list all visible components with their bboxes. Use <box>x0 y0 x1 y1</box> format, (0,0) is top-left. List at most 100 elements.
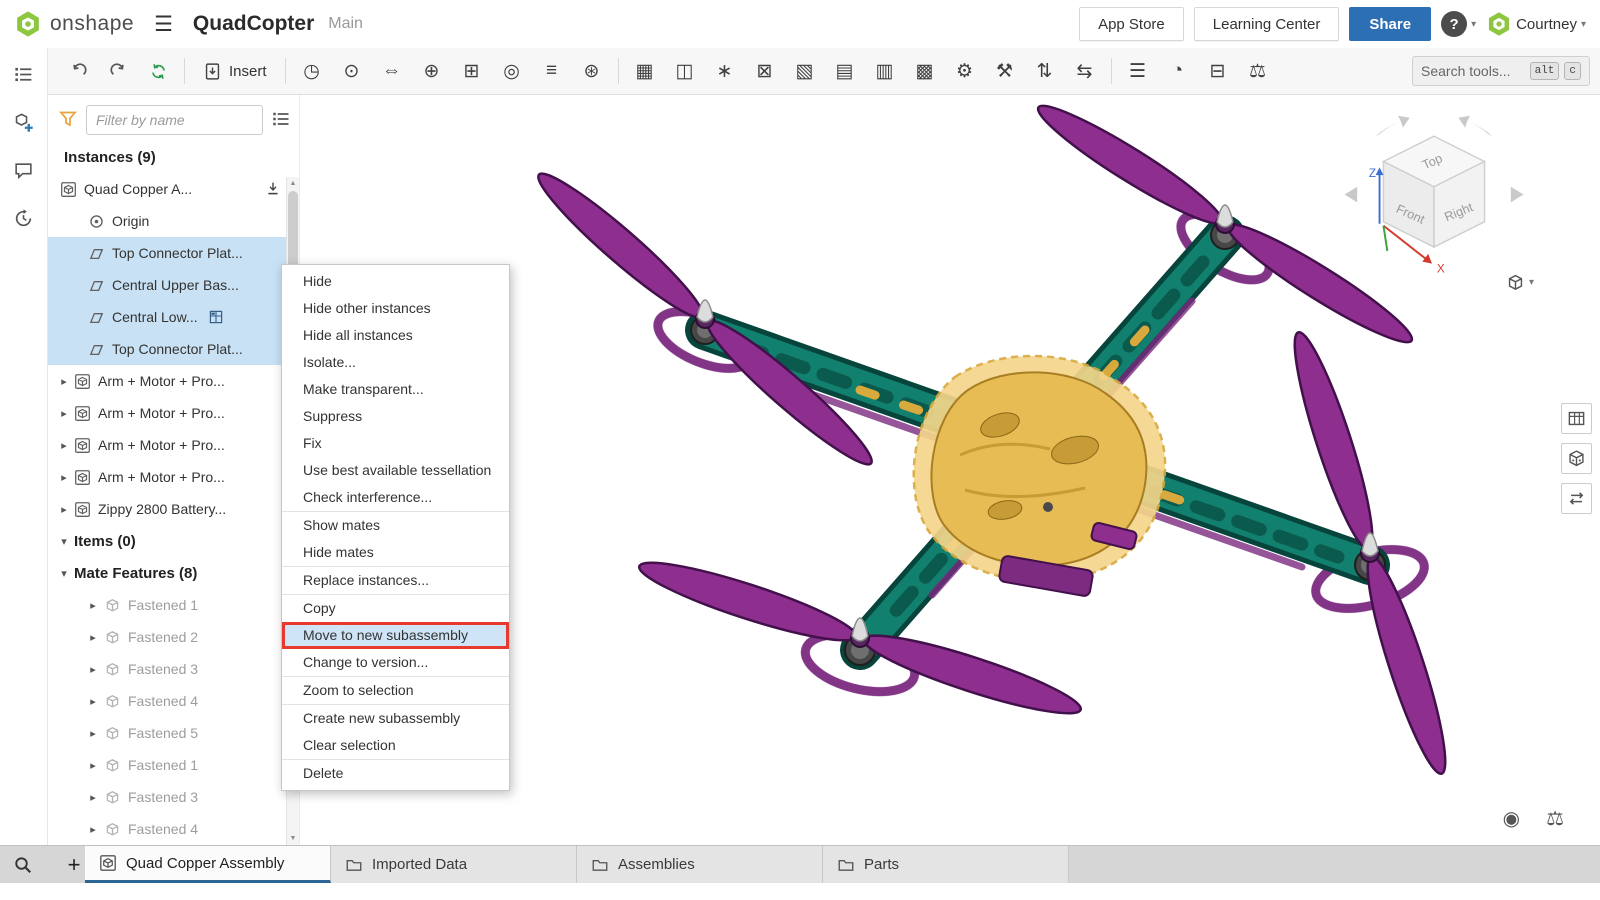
tab-imported-data[interactable]: Imported Data <box>331 846 577 883</box>
menu-item-hide[interactable]: Hide <box>282 268 509 295</box>
tree-item-arm-motor-pro[interactable]: ▸Arm + Motor + Pro... <box>48 461 299 493</box>
chevron-down-icon[interactable]: ▾ <box>54 535 74 548</box>
main-menu-icon[interactable]: ☰ <box>154 12 173 37</box>
group-icon[interactable]: ⊞ <box>452 52 492 90</box>
snapshot-icon[interactable]: ⊠ <box>745 52 785 90</box>
chevron-right-icon[interactable]: ▸ <box>82 759 104 772</box>
display-options-button[interactable] <box>1561 443 1592 474</box>
app-store-button[interactable]: App Store <box>1079 7 1184 41</box>
tree-item-fastened-4[interactable]: ▸Fastened 4 <box>48 813 299 845</box>
insert-arrow-icon[interactable] <box>265 181 281 197</box>
tree-item-fastened-2[interactable]: ▸Fastened 2 <box>48 621 299 653</box>
tree-item-fastened-3[interactable]: ▸Fastened 3 <box>48 781 299 813</box>
configurations-icon[interactable]: ⚙ <box>945 52 985 90</box>
tree-item-top-connector-plat[interactable]: Top Connector Plat... <box>48 237 299 269</box>
new-tab-button[interactable]: + <box>45 846 85 883</box>
performance-icon[interactable]: ◉ <box>1503 806 1520 831</box>
comments-panel-button[interactable] <box>8 154 40 186</box>
undo-button[interactable] <box>58 52 98 90</box>
tree-item-central-low[interactable]: Central Low... <box>48 301 299 333</box>
tree-item-zippy-2800-battery[interactable]: ▸Zippy 2800 Battery... <box>48 493 299 525</box>
search-tabs-button[interactable] <box>0 846 45 883</box>
insert-button[interactable]: Insert <box>191 52 279 90</box>
chevron-right-icon[interactable]: ▸ <box>48 439 74 452</box>
tab-parts[interactable]: Parts <box>823 846 1069 883</box>
menu-item-suppress[interactable]: Suppress <box>282 403 509 430</box>
replace-instance-button[interactable] <box>1561 483 1592 514</box>
tree-item-fastened-1[interactable]: ▸Fastened 1 <box>48 749 299 781</box>
tree-item-fastened-5[interactable]: ▸Fastened 5 <box>48 717 299 749</box>
linear-pattern-icon[interactable]: ≡ <box>532 52 572 90</box>
workspace-name[interactable]: Main <box>328 15 363 33</box>
bom-table-button[interactable] <box>1561 403 1592 434</box>
structure-icon[interactable]: ☰ <box>1118 52 1158 90</box>
menu-item-create-new-subassembly[interactable]: Create new subassembly <box>282 705 509 732</box>
configured-icon[interactable] <box>208 309 224 325</box>
tab-assemblies[interactable]: Assemblies <box>577 846 823 883</box>
tree-item-fastened-4[interactable]: ▸Fastened 4 <box>48 685 299 717</box>
chevron-right-icon[interactable]: ▸ <box>48 471 74 484</box>
learning-center-button[interactable]: Learning Center <box>1194 7 1340 41</box>
chevron-right-icon[interactable]: ▸ <box>82 727 104 740</box>
named-positions-icon[interactable]: ▤ <box>825 52 865 90</box>
menu-item-isolate[interactable]: Isolate... <box>282 349 509 376</box>
chevron-right-icon[interactable]: ▸ <box>48 375 74 388</box>
help-menu[interactable]: ? ▾ <box>1441 11 1476 37</box>
circular-pattern-icon[interactable]: ⊛ <box>572 52 612 90</box>
menu-item-check-interference[interactable]: Check interference... <box>282 484 509 511</box>
scroll-down-icon[interactable]: ▼ <box>287 835 299 842</box>
update-button[interactable] <box>138 52 178 90</box>
annotations-icon[interactable]: ⊟ <box>1198 52 1238 90</box>
chevron-down-icon[interactable]: ▾ <box>54 567 74 580</box>
user-menu[interactable]: Courtney ▾ <box>1486 11 1586 37</box>
list-view-icon[interactable] <box>271 109 291 132</box>
share-button[interactable]: Share <box>1349 7 1431 41</box>
menu-item-hide-all-instances[interactable]: Hide all instances <box>282 322 509 349</box>
chevron-right-icon[interactable]: ▸ <box>82 791 104 804</box>
pattern-icon[interactable]: ▦ <box>625 52 665 90</box>
tree-item-central-upper-bas[interactable]: Central Upper Bas... <box>48 269 299 301</box>
menu-item-clear-selection[interactable]: Clear selection <box>282 732 509 759</box>
mate-connector-panel-button[interactable] <box>8 106 40 138</box>
reorder-icon[interactable]: ⇅ <box>1025 52 1065 90</box>
mate-icon[interactable]: ⇔ <box>372 52 412 90</box>
swap-instances-icon[interactable]: ⇆ <box>1065 52 1105 90</box>
fastened-mate-icon[interactable]: ⊕ <box>412 52 452 90</box>
tree-item-origin[interactable]: Origin <box>48 205 299 237</box>
history-panel-button[interactable] <box>8 202 40 234</box>
bom-icon[interactable]: ▩ <box>905 52 945 90</box>
menu-item-make-transparent[interactable]: Make transparent... <box>282 376 509 403</box>
menu-item-hide-mates[interactable]: Hide mates <box>282 539 509 566</box>
menu-item-show-mates[interactable]: Show mates <box>282 512 509 539</box>
chevron-right-icon[interactable]: ▸ <box>48 407 74 420</box>
menu-item-fix[interactable]: Fix <box>282 430 509 457</box>
replicate-icon[interactable]: ◫ <box>665 52 705 90</box>
instance-list-panel-button[interactable] <box>8 58 40 90</box>
tree-item-arm-motor-pro[interactable]: ▸Arm + Motor + Pro... <box>48 429 299 461</box>
tree-item-fastened-3[interactable]: ▸Fastened 3 <box>48 653 299 685</box>
tree-item-top-connector-plat[interactable]: Top Connector Plat... <box>48 333 299 365</box>
appearance-icon[interactable]: ⚒ <box>985 52 1025 90</box>
named-views-icon[interactable]: ◷ <box>292 52 332 90</box>
redo-button[interactable] <box>98 52 138 90</box>
menu-item-replace-instances[interactable]: Replace instances... <box>282 567 509 594</box>
filter-funnel-icon[interactable] <box>58 109 78 132</box>
menu-item-move-to-new-subassembly[interactable]: Move to new subassembly <box>282 622 509 649</box>
chevron-right-icon[interactable]: ▸ <box>48 503 74 516</box>
menu-item-use-best-available-tessellation[interactable]: Use best available tessellation <box>282 457 509 484</box>
chevron-right-icon[interactable]: ▸ <box>82 599 104 612</box>
tree-section-mate-features-8[interactable]: ▾Mate Features (8) <box>48 557 299 589</box>
onshape-logo[interactable]: onshape <box>14 10 134 38</box>
menu-item-zoom-to-selection[interactable]: Zoom to selection <box>282 677 509 704</box>
view-options-button[interactable]: ▾ <box>1506 273 1534 292</box>
explode-icon[interactable]: ∗ <box>705 52 745 90</box>
menu-item-hide-other-instances[interactable]: Hide other instances <box>282 295 509 322</box>
tree-section-items-0[interactable]: ▾Items (0) <box>48 525 299 557</box>
chevron-right-icon[interactable]: ▸ <box>82 823 104 836</box>
sheet-metal-flat-icon[interactable]: ▥ <box>865 52 905 90</box>
section-view-icon[interactable]: ◔ <box>1158 52 1198 90</box>
menu-item-copy[interactable]: Copy <box>282 595 509 622</box>
chevron-right-icon[interactable]: ▸ <box>82 663 104 676</box>
tree-item-quad-copper-a[interactable]: Quad Copper A... <box>48 173 299 205</box>
measure-icon[interactable]: ⚖ <box>1238 52 1278 90</box>
